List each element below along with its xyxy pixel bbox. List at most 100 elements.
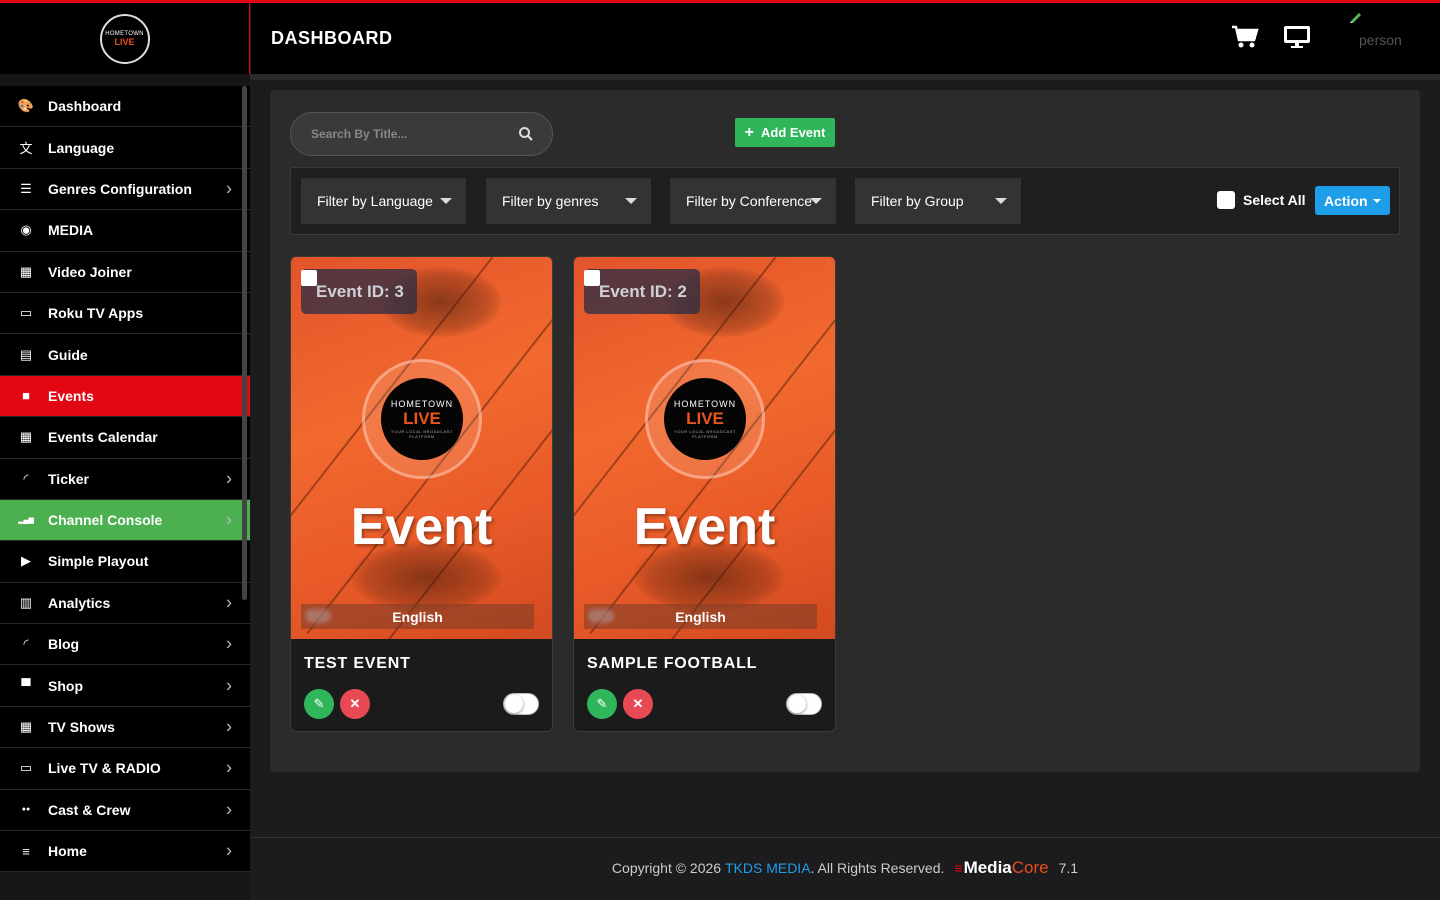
filter-conference-label: Filter by Conference bbox=[686, 193, 813, 209]
select-all-checkbox[interactable] bbox=[1217, 191, 1235, 209]
hometown-live-logo: HOMETOWN LIVE YOUR LOCAL BROADCAST PLATF… bbox=[362, 359, 482, 479]
chevron-right-icon: › bbox=[226, 633, 232, 654]
event-card[interactable]: Event ID: 2 HOMETOWN LIVE YOUR LOCAL BRO… bbox=[573, 256, 836, 732]
plus-icon: + bbox=[744, 123, 755, 141]
event-poster[interactable]: Event ID: 2 HOMETOWN LIVE YOUR LOCAL BRO… bbox=[574, 257, 835, 639]
user-menu[interactable]: person bbox=[1359, 32, 1402, 48]
monitor-icon[interactable] bbox=[1283, 25, 1311, 49]
filter-group-label: Filter by Group bbox=[871, 193, 964, 209]
sidebar-item-label: Shop bbox=[48, 677, 83, 694]
chevron-right-icon: › bbox=[226, 840, 232, 861]
sidebar-item-media[interactable]: ◉ MEDIA bbox=[0, 210, 250, 252]
edit-icon: ✎ bbox=[313, 696, 325, 711]
sidebar-item-language[interactable]: 文 Language bbox=[0, 127, 250, 169]
sidebar-item-analytics[interactable]: ▥ Analytics › bbox=[0, 582, 250, 625]
filter-language-label: Filter by Language bbox=[317, 193, 433, 209]
search-input[interactable] bbox=[311, 127, 511, 141]
select-all-toggle[interactable]: Select All bbox=[1217, 191, 1306, 209]
sidebar-item-shop[interactable]: ▀ Shop › bbox=[0, 665, 250, 707]
users-icon: ●● bbox=[21, 806, 31, 814]
action-dropdown-button[interactable]: Action bbox=[1315, 186, 1390, 215]
chevron-right-icon: › bbox=[226, 757, 232, 778]
sidebar-item-label: Events bbox=[48, 387, 94, 404]
filter-language-dropdown[interactable]: Filter by Language bbox=[301, 178, 466, 224]
language-icon: 文 bbox=[19, 141, 33, 157]
sidebar-item-tv-shows[interactable]: ▦ TV Shows › bbox=[0, 706, 250, 749]
toggle-knob bbox=[505, 695, 523, 713]
sidebar-item-roku-tv-apps[interactable]: ▭ Roku TV Apps bbox=[0, 292, 250, 335]
search-box[interactable] bbox=[290, 112, 553, 156]
chevron-right-icon: › bbox=[226, 716, 232, 737]
brand-core: Core bbox=[1011, 858, 1049, 877]
blurred-avatar bbox=[305, 609, 331, 623]
brand-media: Media bbox=[963, 858, 1012, 877]
book-icon: ▤ bbox=[19, 346, 33, 362]
caret-down-icon bbox=[625, 198, 637, 204]
sidebar-item-simple-playout[interactable]: ▶ Simple Playout bbox=[0, 541, 250, 583]
add-event-label: Add Event bbox=[761, 125, 826, 140]
chevron-right-icon: › bbox=[226, 509, 232, 530]
chevron-right-icon: › bbox=[226, 468, 232, 489]
event-language-strip: English bbox=[584, 604, 817, 629]
rss-icon: ◜ bbox=[23, 636, 29, 652]
play-circle-icon: ▶ bbox=[21, 553, 31, 569]
logo-line2: LIVE bbox=[114, 36, 135, 47]
filter-genres-dropdown[interactable]: Filter by genres bbox=[486, 178, 651, 224]
sidebar-item-dashboard[interactable]: 🎨 Dashboard bbox=[0, 86, 250, 128]
chevron-right-icon: › bbox=[226, 178, 232, 199]
monitor-icon: ▭ bbox=[19, 760, 33, 776]
sidebar-item-live-tv-radio[interactable]: ▭ Live TV & RADIO › bbox=[0, 748, 250, 790]
film-icon: ▦ bbox=[19, 719, 33, 735]
sidebar-item-label: Language bbox=[48, 139, 115, 156]
sidebar-item-genres-configuration[interactable]: ☰ Genres Configuration › bbox=[0, 168, 250, 211]
bar-chart-icon: ▥ bbox=[19, 594, 33, 610]
sidebar-item-label: Channel Console bbox=[48, 512, 163, 529]
edit-button[interactable]: ✎ bbox=[587, 689, 617, 719]
sidebar-item-guide[interactable]: ▤ Guide bbox=[0, 334, 250, 376]
event-language: English bbox=[675, 608, 726, 625]
search-icon[interactable] bbox=[518, 126, 534, 142]
poster-event-word: Event bbox=[633, 498, 776, 556]
film-icon: ▦ bbox=[19, 263, 33, 279]
event-card[interactable]: Event ID: 3 HOMETOWN LIVE YOUR LOCAL BRO… bbox=[290, 256, 553, 732]
caret-down-icon bbox=[440, 198, 452, 204]
sidebar-scrollbar[interactable] bbox=[242, 86, 247, 600]
sidebar-item-ticker[interactable]: ◜ Ticker › bbox=[0, 458, 250, 500]
event-select-checkbox[interactable] bbox=[584, 270, 600, 286]
filter-conference-dropdown[interactable]: Filter by Conference bbox=[670, 178, 836, 224]
sliders-icon: ≡ bbox=[22, 843, 30, 859]
sidebar-item-events-calendar[interactable]: ▦ Events Calendar bbox=[0, 417, 250, 459]
logo-area[interactable]: HOMETOWN LIVE bbox=[0, 3, 250, 74]
add-event-button[interactable]: + Add Event bbox=[735, 118, 835, 147]
delete-button[interactable]: ✕ bbox=[340, 689, 370, 719]
sidebar-item-cast-crew[interactable]: ●● Cast & Crew › bbox=[0, 789, 250, 832]
event-enable-toggle[interactable] bbox=[503, 693, 539, 715]
event-poster[interactable]: Event ID: 3 HOMETOWN LIVE YOUR LOCAL BRO… bbox=[291, 257, 552, 639]
pen-icon[interactable] bbox=[1349, 9, 1363, 23]
event-enable-toggle[interactable] bbox=[786, 693, 822, 715]
filter-bar: Filter by Language Filter by genres Filt… bbox=[290, 167, 1400, 235]
version-text: 7.1 bbox=[1058, 860, 1079, 876]
sidebar-item-video-joiner[interactable]: ▦ Video Joiner bbox=[0, 251, 250, 293]
hometown-live-logo[interactable]: HOMETOWN LIVE bbox=[99, 13, 150, 64]
copyright-text: Copyright © 2026 bbox=[611, 860, 722, 876]
page-title: DASHBOARD bbox=[271, 28, 393, 48]
sidebar-item-label: Genres Configuration bbox=[48, 180, 192, 197]
poster-event-word: Event bbox=[350, 498, 493, 556]
sidebar-item-blog[interactable]: ◜ Blog › bbox=[0, 624, 250, 666]
edit-button[interactable]: ✎ bbox=[304, 689, 334, 719]
sidebar-item-events[interactable]: ■ Events bbox=[0, 375, 250, 418]
event-select-checkbox[interactable] bbox=[301, 270, 317, 286]
sidebar-item-label: Blog bbox=[48, 636, 80, 653]
sidebar-item-home[interactable]: ≡ Home › bbox=[0, 831, 250, 873]
company-link[interactable]: TKDS MEDIA bbox=[725, 860, 811, 876]
video-camera-icon: ■ bbox=[22, 388, 30, 404]
filter-group-dropdown[interactable]: Filter by Group bbox=[855, 178, 1021, 224]
sidebar-item-channel-console[interactable]: ▂▄▆ Channel Console › bbox=[0, 499, 250, 542]
cart-icon[interactable] bbox=[1231, 25, 1259, 49]
delete-button[interactable]: ✕ bbox=[623, 689, 653, 719]
event-title: SAMPLE FOOTBALL bbox=[587, 655, 758, 672]
filter-genres-label: Filter by genres bbox=[502, 193, 599, 209]
event-language: English bbox=[392, 608, 443, 625]
rss-icon: ◜ bbox=[23, 470, 29, 486]
